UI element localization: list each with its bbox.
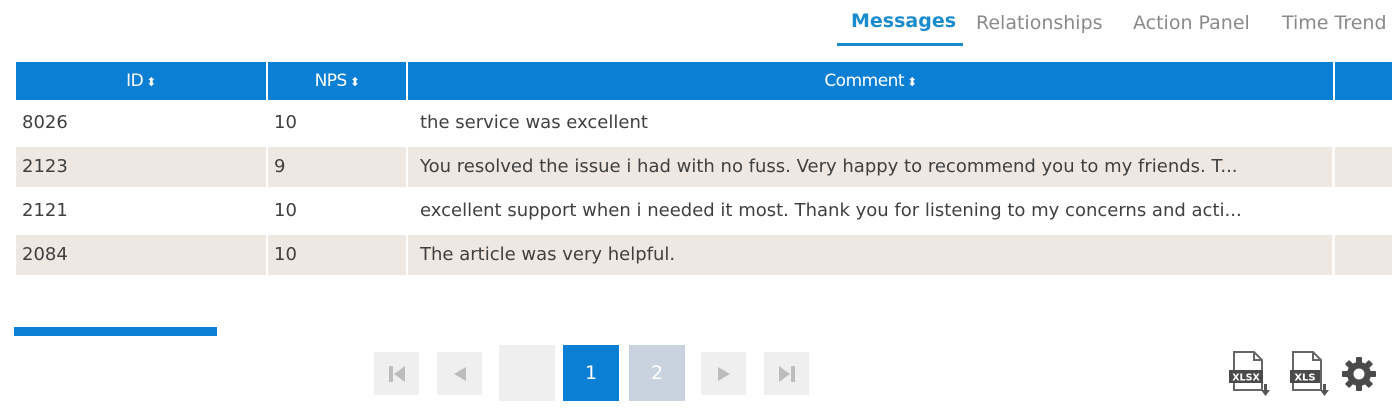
- cell-comment: the service was excellent: [420, 112, 648, 133]
- tab-time-trend[interactable]: Time Trend: [1282, 12, 1387, 34]
- export-xlsx-button[interactable]: XLSX: [1228, 350, 1272, 398]
- cell-nps: 10: [268, 235, 406, 275]
- cell-id: 2084: [16, 235, 266, 275]
- page-blank: [499, 345, 555, 401]
- gear-icon: [1342, 357, 1376, 391]
- sort-icon: ⬍: [907, 75, 917, 89]
- page-1-button[interactable]: 1: [563, 345, 619, 401]
- xlsx-file-icon: XLSX: [1229, 351, 1270, 396]
- prev-page-button[interactable]: [437, 352, 482, 395]
- messages-table: ID ⬍ NPS ⬍ Comment ⬍ 8026 10 the service wa…: [16, 62, 1392, 276]
- column-header-id[interactable]: ID ⬍: [16, 62, 266, 100]
- tab-messages[interactable]: Messages: [851, 10, 956, 32]
- cell-nps: 10: [274, 200, 297, 221]
- cell-extra: [1335, 191, 1392, 231]
- cell-nps: 10: [274, 112, 297, 133]
- cell-extra: [1335, 147, 1392, 187]
- cell-extra: [1335, 103, 1392, 143]
- cell-extra: [1335, 235, 1392, 275]
- cell-comment: You resolved the issue i had with no fus…: [408, 147, 1332, 187]
- cell-id: 8026: [22, 112, 68, 133]
- table-row[interactable]: 2123 9 You resolved the issue i had with…: [16, 144, 1392, 188]
- loading-bar: [14, 327, 217, 336]
- sort-icon: ⬍: [349, 75, 360, 89]
- table-row[interactable]: 2121 10 excellent support when i needed …: [16, 188, 1392, 232]
- first-page-button[interactable]: [374, 352, 419, 395]
- tab-action-panel[interactable]: Action Panel: [1133, 12, 1250, 34]
- table-row[interactable]: 2084 10 The article was very helpful.: [16, 232, 1392, 276]
- tab-bar: Messages Relationships Action Panel Time…: [836, 0, 1397, 47]
- page-2-button[interactable]: 2: [629, 345, 685, 401]
- column-header-extra: [1335, 62, 1392, 100]
- column-header-label: Comment: [824, 71, 905, 91]
- export-xls-button[interactable]: XLS: [1287, 350, 1331, 398]
- next-page-icon: [717, 366, 730, 381]
- column-header-label: ID: [126, 71, 144, 91]
- active-tab-indicator: [837, 43, 963, 46]
- cell-nps: 9: [268, 147, 406, 187]
- xls-file-icon: XLS: [1290, 351, 1329, 396]
- settings-button[interactable]: [1341, 356, 1377, 392]
- next-page-button[interactable]: [701, 352, 746, 395]
- table-row[interactable]: 8026 10 the service was excellent: [16, 100, 1392, 144]
- cell-comment: The article was very helpful.: [408, 235, 1332, 275]
- last-page-button[interactable]: [764, 352, 809, 395]
- xlsx-label: XLSX: [1232, 373, 1260, 384]
- table-header: ID ⬍ NPS ⬍ Comment ⬍: [16, 62, 1392, 100]
- prev-page-icon: [453, 366, 466, 381]
- sort-icon: ⬍: [146, 75, 156, 89]
- column-header-label: NPS: [314, 71, 348, 91]
- xls-label: XLS: [1294, 373, 1315, 384]
- cell-id: 2123: [16, 147, 266, 187]
- cell-comment: excellent support when i needed it most.…: [420, 200, 1242, 221]
- column-header-nps[interactable]: NPS ⬍: [268, 62, 406, 100]
- cell-id: 2121: [22, 200, 68, 221]
- column-header-comment[interactable]: Comment ⬍: [408, 62, 1333, 100]
- first-page-icon: [388, 365, 405, 382]
- tab-relationships[interactable]: Relationships: [976, 12, 1103, 34]
- last-page-icon: [778, 365, 795, 382]
